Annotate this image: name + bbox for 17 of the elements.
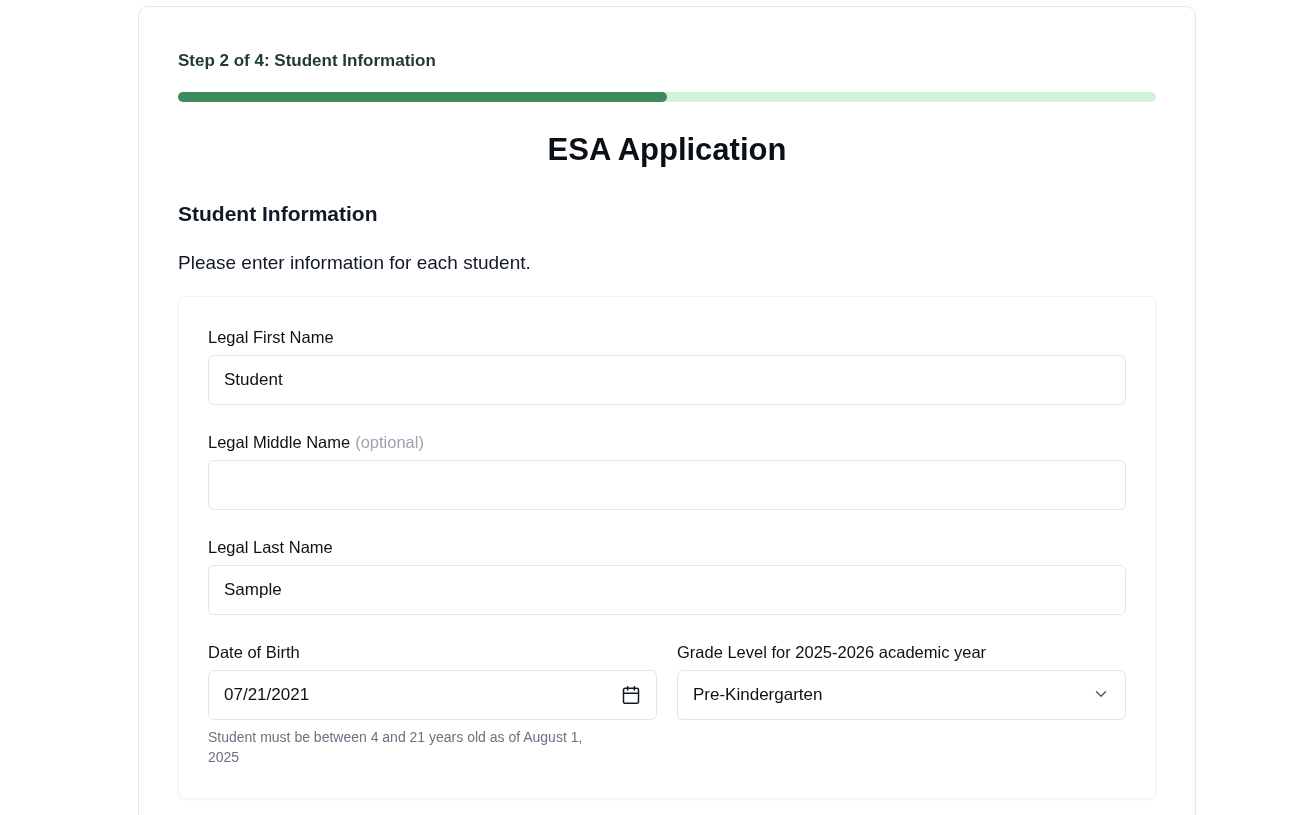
section-heading: Student Information [178,202,379,226]
optional-note: (optional) [355,433,424,453]
calendar-icon[interactable] [621,685,641,705]
grade-select[interactable]: Pre-Kindergarten [677,670,1126,720]
field-label: Legal Middle Name [208,433,351,452]
help-text: Student must be between 4 and 21 years old as of August 1, 2025 [208,728,584,767]
step-label: Step 2 of 4: Student Information [178,51,437,71]
page-title: ESA Application [546,132,788,168]
date-field[interactable]: 07/21/2021 [208,670,657,720]
input-field[interactable]: Student [208,355,1126,405]
field-label: Legal First Name [208,328,335,347]
input-field[interactable]: Sample [208,565,1126,615]
field-label: Date of Birth [208,643,301,662]
field-label: Legal Last Name [208,538,334,557]
input-field[interactable] [208,460,1126,510]
field-label: Grade Level for 2025-2026 academic year [677,643,988,662]
intro-text: Please enter information for each student. [178,252,532,274]
